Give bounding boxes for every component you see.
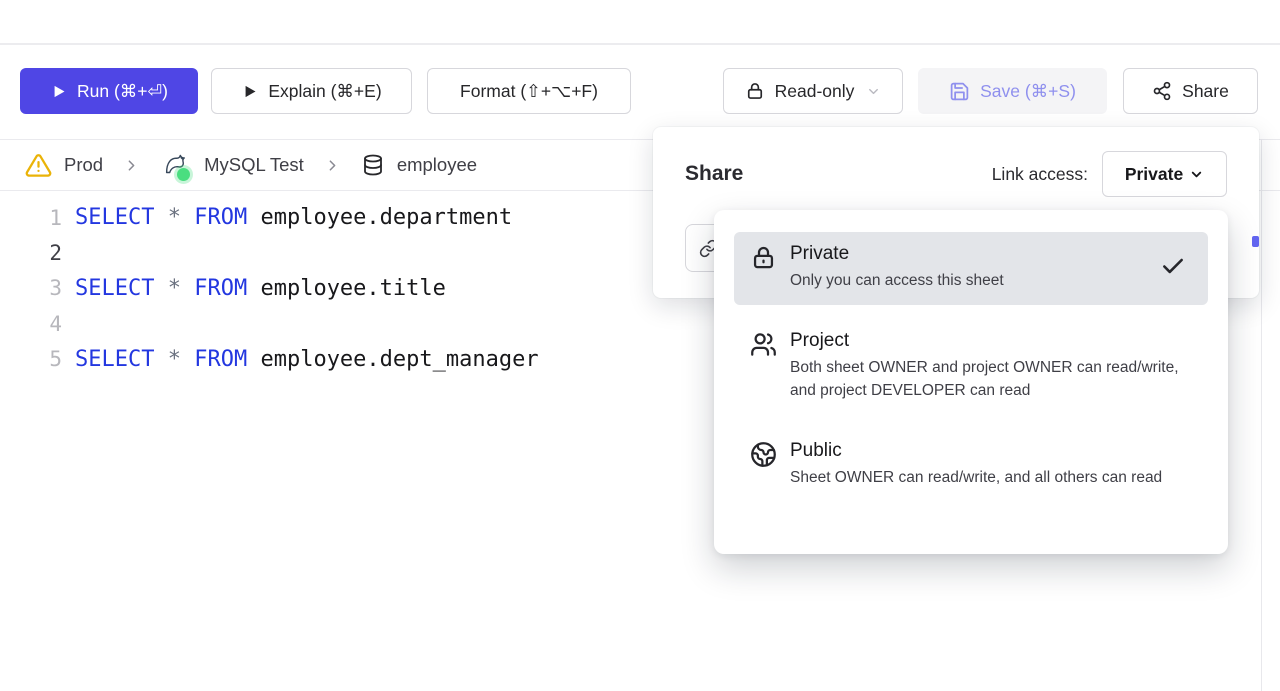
chevron-down-icon (866, 84, 881, 99)
pane-divider (1261, 139, 1262, 691)
line-number: 1 (0, 206, 62, 230)
access-option-private[interactable]: Private Only you can access this sheet (734, 232, 1208, 305)
line-number: 2 (0, 241, 62, 265)
access-option-description: Sheet OWNER can read/write, and all othe… (790, 466, 1162, 489)
lock-icon (745, 81, 765, 101)
play-icon (50, 83, 67, 100)
chevron-right-icon (123, 157, 140, 174)
readonly-label: Read-only (775, 81, 855, 102)
warning-icon (25, 152, 52, 179)
link-access-dropdown[interactable]: Private (1102, 151, 1227, 197)
format-button[interactable]: Format (⇧+⌥+F) (427, 68, 631, 114)
share-button[interactable]: Share (1123, 68, 1258, 114)
access-option-description: Both sheet OWNER and project OWNER can r… (790, 356, 1192, 402)
share-popover-title: Share (685, 162, 743, 186)
code-text: SELECT * FROM employee.title (75, 276, 446, 301)
database-icon (361, 153, 385, 177)
explain-button-label: Explain (⌘+E) (268, 81, 381, 102)
link-access-value: Private (1125, 164, 1183, 185)
instance-status-dot (177, 168, 190, 181)
database-label: employee (397, 154, 477, 176)
environment-label: Prod (64, 154, 103, 176)
access-option-description: Only you can access this sheet (790, 269, 1004, 292)
instance-label: MySQL Test (204, 154, 304, 176)
format-button-label: Format (⇧+⌥+F) (460, 81, 598, 102)
access-option-project[interactable]: Project Both sheet OWNER and project OWNE… (734, 319, 1208, 415)
run-button-label: Run (⌘+⏎) (77, 81, 168, 102)
breadcrumb-database[interactable]: employee (361, 153, 477, 177)
sql-editor-screen: Run (⌘+⏎) Explain (⌘+E) Format (⇧+⌥+F) R… (0, 0, 1280, 691)
lock-icon (750, 244, 777, 271)
breadcrumb-environment[interactable]: Prod (25, 152, 103, 179)
readonly-mode-dropdown[interactable]: Read-only (723, 68, 903, 114)
mysql-icon (160, 150, 192, 180)
chevron-down-icon (1189, 167, 1204, 182)
breadcrumb-instance[interactable]: MySQL Test (160, 150, 304, 180)
copy-button-edge[interactable] (1252, 236, 1259, 247)
top-divider (0, 43, 1280, 45)
access-option-public[interactable]: Public Sheet OWNER can read/write, and al… (734, 429, 1208, 502)
access-options: Private Only you can access this sheet Pro… (734, 232, 1208, 502)
chevron-right-icon (324, 157, 341, 174)
share-button-label: Share (1182, 81, 1229, 102)
explain-button[interactable]: Explain (⌘+E) (211, 68, 412, 114)
access-option-title: Public (790, 440, 1162, 462)
access-option-title: Private (790, 243, 1004, 265)
share-icon (1152, 81, 1172, 101)
save-icon (949, 81, 970, 102)
run-button[interactable]: Run (⌘+⏎) (20, 68, 198, 114)
line-number: 3 (0, 276, 62, 300)
save-button-label: Save (⌘+S) (980, 81, 1076, 102)
code-text: SELECT * FROM employee.dept_manager (75, 347, 539, 372)
globe-icon (750, 441, 777, 468)
link-access-menu: Private Only you can access this sheet Pro… (714, 210, 1228, 554)
play-icon (241, 83, 258, 100)
line-number: 5 (0, 347, 62, 371)
line-number: 4 (0, 312, 62, 336)
access-option-title: Project (790, 330, 1192, 352)
users-icon (750, 331, 777, 358)
link-access-label: Link access: (992, 164, 1088, 185)
code-text: SELECT * FROM employee.department (75, 205, 512, 230)
check-icon (1160, 253, 1186, 284)
save-button[interactable]: Save (⌘+S) (918, 68, 1107, 114)
